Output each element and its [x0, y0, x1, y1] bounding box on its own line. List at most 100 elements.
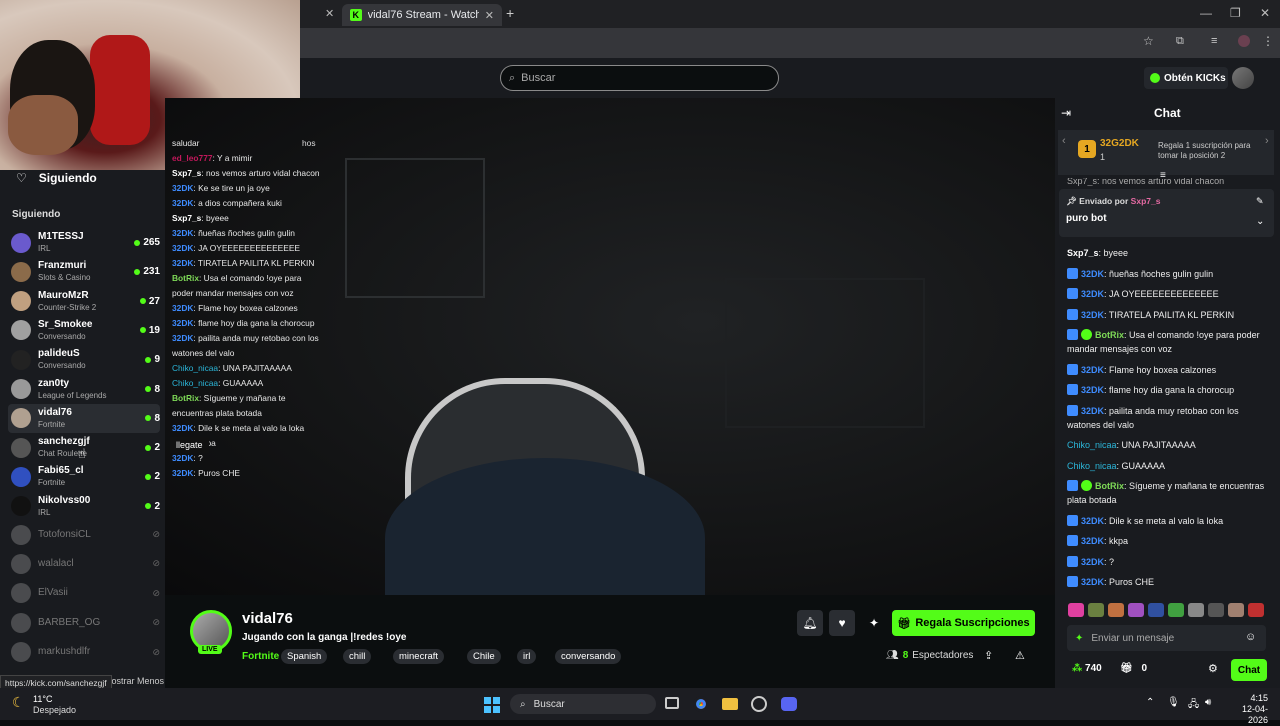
sidebar-channel[interactable]: Franzmuri Slots & Casino 231 — [8, 257, 160, 286]
chat-username[interactable]: 32DK — [1081, 269, 1104, 279]
emote-icon[interactable] — [1248, 603, 1264, 617]
close-tab-icon[interactable]: ✕ — [485, 9, 494, 22]
bookmark-star-icon[interactable]: ☆ — [1143, 34, 1154, 48]
chat-username[interactable]: Sxp7_s — [1067, 248, 1099, 258]
task-view-icon[interactable] — [665, 697, 679, 709]
chat-username[interactable]: 32DK — [1081, 536, 1104, 546]
chat-username[interactable]: 32DK — [1081, 516, 1104, 526]
emote-bar[interactable] — [1068, 603, 1268, 619]
chat-username[interactable]: 32DK — [172, 333, 193, 343]
sidebar-channel-offline[interactable]: ElVasii ⊘ — [8, 579, 160, 608]
share-icon[interactable]: ⇪ — [984, 649, 993, 662]
following-header[interactable]: ♡ Siguiendo — [16, 171, 97, 185]
chevron-down-icon[interactable]: ⌄ — [1256, 216, 1264, 227]
chat-username[interactable]: 32DK — [1081, 365, 1104, 375]
pinned-user[interactable]: Sxp7_s — [1131, 196, 1161, 206]
volume-icon[interactable]: 🔊︎ — [1205, 697, 1211, 708]
microphone-icon[interactable]: 🎙︎ — [1167, 697, 1180, 708]
sidebar-channel-offline[interactable]: markushdlfr ⊘ — [8, 638, 160, 667]
network-icon[interactable]: 🖧︎ — [1188, 697, 1199, 714]
stream-tag[interactable]: irl — [517, 649, 537, 664]
channel-points[interactable]: ⁂ 740 — [1072, 663, 1102, 674]
chat-username[interactable]: Chiko_nicaa — [1067, 440, 1117, 450]
chat-settings-icon[interactable]: ⚙ — [1208, 662, 1218, 675]
leader-name[interactable]: 32G2DK — [1100, 138, 1139, 149]
emote-icon[interactable] — [1068, 603, 1084, 617]
chat-username[interactable]: ed_leo777 — [172, 153, 213, 163]
chat-username[interactable]: BotRix — [172, 273, 199, 283]
emoji-icon[interactable]: ☺ — [1245, 631, 1256, 643]
gift-count[interactable]: 🎁︎ 0 — [1120, 663, 1147, 674]
emote-icon[interactable] — [1148, 603, 1164, 617]
media-icon[interactable]: ≡ — [1211, 35, 1217, 47]
chat-username[interactable]: BotRix — [1095, 481, 1124, 491]
emote-icon[interactable] — [1108, 603, 1124, 617]
chat-username[interactable]: 32DK — [1081, 557, 1104, 567]
chat-username[interactable]: 32DK — [1081, 406, 1104, 416]
windows-start-icon[interactable] — [484, 697, 500, 713]
chat-username[interactable]: Sxp7_s — [172, 213, 201, 223]
chat-username[interactable]: 32DK — [172, 198, 193, 208]
chat-username[interactable]: 32DK — [172, 183, 193, 193]
stream-tag[interactable]: chill — [343, 649, 372, 664]
unpin-icon[interactable]: ✎ — [1256, 196, 1264, 207]
emote-icon[interactable] — [1208, 603, 1224, 617]
sidebar-channel[interactable]: Fabi65_cl Fortnite 2 — [8, 462, 160, 491]
file-explorer-icon[interactable] — [722, 698, 738, 710]
chat-username[interactable]: 32DK — [172, 258, 193, 268]
maximize-icon[interactable]: ❐ — [1230, 6, 1241, 20]
discord-icon[interactable] — [781, 697, 797, 711]
sidebar-channel-offline[interactable]: BARBER_OG ⊘ — [8, 608, 160, 637]
stream-tag[interactable]: conversando — [555, 649, 622, 664]
chat-username[interactable]: 32DK — [172, 453, 193, 463]
category-link[interactable]: Fortnite — [242, 651, 279, 662]
stream-tag[interactable]: minecraft — [393, 649, 445, 664]
chat-username[interactable]: Sxp7_s — [172, 168, 201, 178]
sidebar-channel[interactable]: Nikolvss00 IRL 2 — [8, 492, 160, 521]
streamer-name[interactable]: vidal76 — [242, 610, 293, 627]
chat-username[interactable]: 32DK — [1081, 289, 1104, 299]
chat-username[interactable]: Chiko_nicaa — [172, 363, 218, 373]
sparkle-button[interactable]: ✦ — [861, 610, 887, 636]
chat-username[interactable]: 32DK — [172, 243, 193, 253]
sidebar-channel[interactable]: palideuS Conversando 9 — [8, 345, 160, 374]
chat-username[interactable]: BotRix — [172, 393, 199, 403]
emote-icon[interactable] — [1088, 603, 1104, 617]
chrome-icon[interactable] — [693, 696, 709, 712]
chevron-right-icon[interactable]: › — [1265, 135, 1269, 147]
user-avatar[interactable] — [1232, 67, 1254, 89]
sidebar-channel[interactable]: vidal76 Fortnite 8 — [8, 403, 160, 433]
show-less-button[interactable]: Mostrar Menos — [104, 676, 164, 686]
sidebar-channel[interactable]: M1TESSJ IRL 265 — [8, 228, 160, 257]
sidebar-channel[interactable]: zan0ty League of Legends 8 — [8, 375, 160, 404]
notification-bell-button[interactable]: 🔔︎ — [797, 610, 823, 636]
close-tab-icon[interactable]: ✕ — [325, 7, 334, 20]
close-window-icon[interactable]: ✕ — [1260, 6, 1270, 20]
chat-message-input[interactable]: ✦ Enviar un mensaje — [1067, 625, 1266, 651]
profile-icon[interactable] — [1238, 35, 1250, 47]
chat-username[interactable]: Chiko_nicaa — [1067, 461, 1117, 471]
chat-username[interactable]: 32DK — [172, 303, 193, 313]
emote-icon[interactable] — [1188, 603, 1204, 617]
report-icon[interactable]: ⚠ — [1015, 649, 1025, 662]
emote-icon[interactable] — [1228, 603, 1244, 617]
chat-username[interactable]: 32DK — [1081, 310, 1104, 320]
stream-tag[interactable]: Chile — [467, 649, 501, 664]
weather-icon[interactable]: ☾ — [12, 694, 25, 711]
collapse-chat-icon[interactable]: ⇥ — [1061, 106, 1071, 120]
stream-tag[interactable]: Spanish — [281, 649, 328, 664]
sidebar-channel[interactable]: Sr_Smokee Conversando 19 — [8, 316, 160, 345]
tray-chevron-icon[interactable]: ⌃ — [1146, 697, 1154, 708]
chat-username[interactable]: 32DK — [172, 423, 193, 433]
chat-send-button[interactable]: Chat — [1231, 659, 1267, 681]
extensions-icon[interactable]: ⧉ — [1176, 35, 1184, 48]
browser-tab-active[interactable]: K vidal76 Stream - Watch Live ✕ — [342, 4, 502, 26]
sidebar-channel-offline[interactable]: TotofonsiCL ⊘ — [8, 520, 160, 549]
emote-icon[interactable] — [1168, 603, 1184, 617]
chat-username[interactable]: 32DK — [1081, 385, 1104, 395]
search-input[interactable]: ⌕ Buscar — [500, 65, 779, 91]
chat-username[interactable]: 32DK — [172, 318, 193, 328]
taskbar-clock[interactable]: 4:15 12-04-2026 — [1224, 693, 1268, 726]
app-icon[interactable] — [751, 696, 767, 712]
emote-icon[interactable] — [1128, 603, 1144, 617]
